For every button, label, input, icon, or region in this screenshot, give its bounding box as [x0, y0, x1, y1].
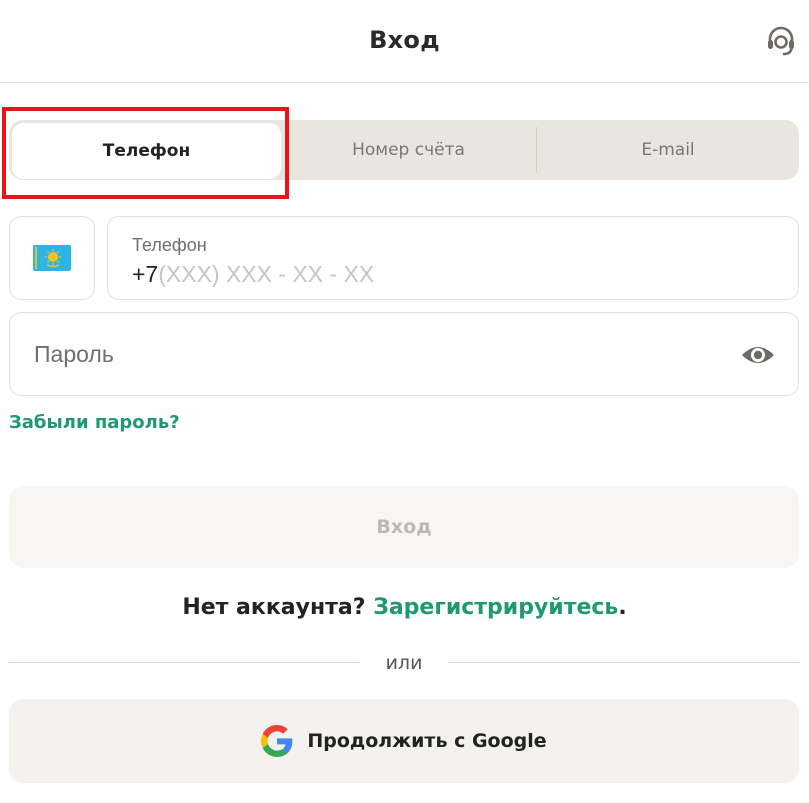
page-title: Вход — [369, 26, 440, 54]
signup-period: . — [618, 595, 627, 620]
login-button[interactable]: Вход — [9, 486, 799, 568]
phone-prefix: +7 — [132, 261, 159, 287]
phone-field-label: Телефон — [132, 235, 207, 255]
signup-text: Нет аккаунта? — [182, 595, 366, 620]
divider-right — [448, 662, 799, 663]
forgot-password-link[interactable]: Забыли пароль? — [9, 412, 180, 433]
phone-mask: (XXX) XXX - XX - XX — [158, 261, 375, 287]
tab-email[interactable]: E-mail — [537, 120, 799, 180]
headset-icon — [768, 26, 794, 56]
country-selector[interactable] — [9, 216, 95, 300]
password-placeholder: Пароль — [34, 341, 114, 367]
google-button-label: Продолжить с Google — [307, 730, 547, 752]
tab-phone[interactable]: Телефон — [12, 123, 281, 179]
divider-text: или — [385, 652, 423, 674]
password-field[interactable]: Пароль — [9, 312, 799, 396]
login-method-tabs: Телефон Номер счёта E-mail — [9, 120, 799, 180]
tab-account-number[interactable]: Номер счёта — [281, 120, 536, 180]
phone-field[interactable]: Телефон +7(XXX) XXX - XX - XX — [107, 216, 799, 300]
support-button[interactable] — [762, 22, 800, 60]
phone-input[interactable]: +7(XXX) XXX - XX - XX — [132, 261, 374, 288]
kazakhstan-flag-icon — [33, 245, 71, 271]
google-icon — [261, 725, 293, 757]
header-bar: Вход — [0, 0, 809, 83]
google-signin-button[interactable]: Продолжить с Google — [9, 699, 799, 783]
divider-left — [9, 662, 359, 663]
eye-icon[interactable] — [740, 341, 776, 369]
signup-prompt: Нет аккаунта? Зарегистрируйтесь. — [0, 595, 809, 620]
signup-link[interactable]: Зарегистрируйтесь — [373, 595, 618, 620]
